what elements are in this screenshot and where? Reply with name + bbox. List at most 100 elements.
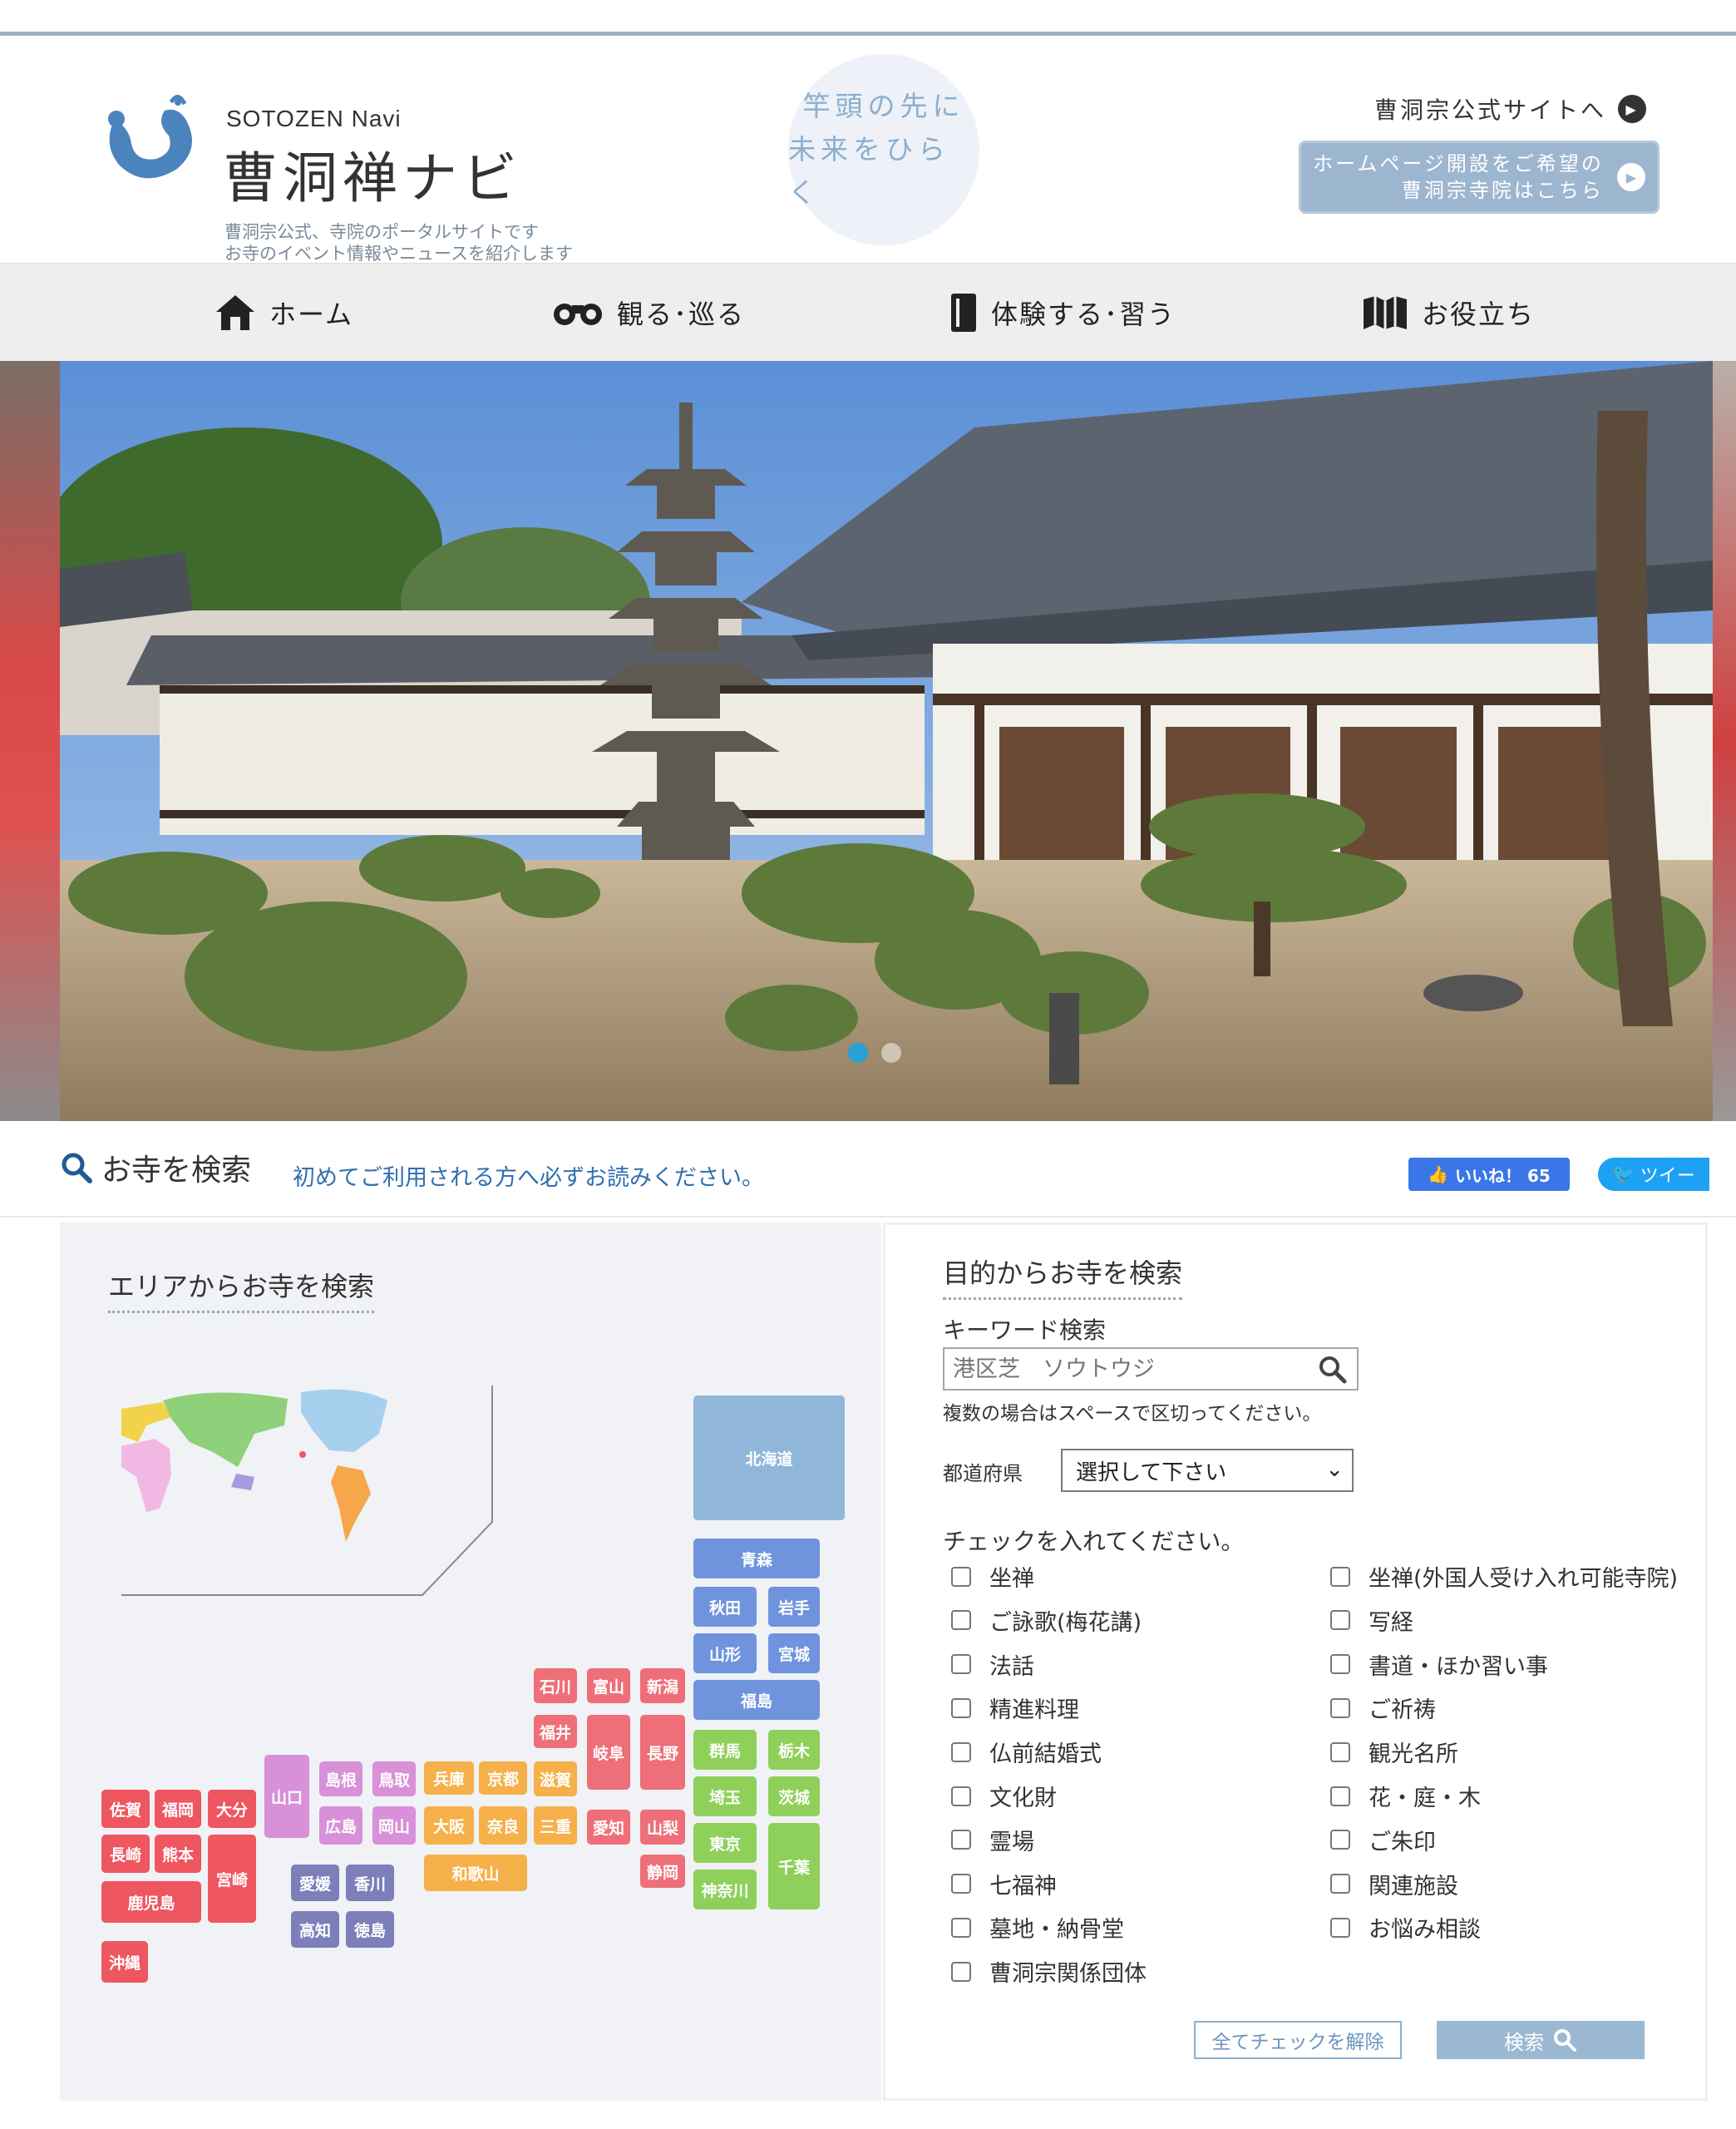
checkbox[interactable]	[951, 1697, 971, 1718]
checkbox[interactable]	[1330, 1610, 1350, 1631]
checkbox[interactable]	[1330, 1741, 1350, 1762]
checkbox-item[interactable]: 坐禅(外国人受け入れ可能寺院)	[1330, 1560, 1678, 1593]
nav-item-home[interactable]: ホーム	[215, 264, 353, 362]
keyword-input[interactable]	[944, 1349, 1302, 1389]
checkbox-item[interactable]: 七福神	[951, 1868, 1057, 1900]
world-map[interactable]	[113, 1384, 504, 1600]
prefecture-saga[interactable]: 佐賀	[101, 1790, 150, 1828]
prefecture-ehime[interactable]: 愛媛	[291, 1865, 339, 1901]
prefecture-niigata[interactable]: 新潟	[640, 1668, 685, 1703]
checkbox-item[interactable]: 写経	[1330, 1604, 1413, 1637]
prefecture-shimane[interactable]: 島根	[319, 1761, 362, 1796]
checkbox-item[interactable]: 曹洞宗関係団体	[951, 1955, 1147, 1988]
nav-item-experience[interactable]: 体験する･習う	[949, 264, 1176, 362]
prefecture-mie[interactable]: 三重	[534, 1806, 577, 1845]
checkbox[interactable]	[951, 1917, 971, 1938]
checkbox[interactable]	[1330, 1917, 1350, 1938]
prefecture-nara[interactable]: 奈良	[479, 1806, 527, 1845]
prefecture-fukushima[interactable]: 福島	[693, 1680, 820, 1720]
prefecture-tochigi[interactable]: 栃木	[768, 1730, 820, 1770]
checkbox-item[interactable]: 観光名所	[1330, 1736, 1458, 1768]
hero-slideshow[interactable]	[60, 361, 1713, 1121]
checkbox-item[interactable]: 仏前結婚式	[951, 1736, 1102, 1768]
checkbox-item[interactable]: 文化財	[951, 1780, 1057, 1812]
prefecture-gifu[interactable]: 岐阜	[587, 1715, 630, 1790]
homepage-request-button[interactable]: ホームページ開設をご希望の 曹洞宗寺院はこちら ▶	[1299, 141, 1660, 214]
hero-next-slide-peek[interactable]	[1713, 361, 1736, 1121]
tweet-button[interactable]: 🐦 ツイー	[1598, 1158, 1709, 1191]
prefecture-wakayama[interactable]: 和歌山	[424, 1855, 527, 1891]
checkbox[interactable]	[1330, 1874, 1350, 1894]
checkbox[interactable]	[1330, 1786, 1350, 1806]
checkbox[interactable]	[1330, 1566, 1350, 1587]
nav-item-useful[interactable]: お役立ち	[1362, 264, 1535, 362]
checkbox-item[interactable]: 精進料理	[951, 1692, 1079, 1724]
prefecture-select[interactable]: 選択して下さい ⌄	[1061, 1449, 1354, 1492]
slider-dot[interactable]	[848, 1043, 868, 1063]
prefecture-nagasaki[interactable]: 長崎	[101, 1835, 150, 1873]
official-site-link[interactable]: 曹洞宗公式サイトへ ▶	[1374, 92, 1646, 126]
prefecture-kagawa[interactable]: 香川	[346, 1865, 394, 1901]
checkbox[interactable]	[1330, 1697, 1350, 1718]
checkbox-item[interactable]: お悩み相談	[1330, 1911, 1481, 1944]
checkbox[interactable]	[951, 1610, 971, 1631]
prefecture-shizuoka[interactable]: 静岡	[640, 1855, 685, 1888]
prefecture-kochi[interactable]: 高知	[291, 1911, 339, 1948]
prefecture-miyazaki[interactable]: 宮崎	[208, 1835, 256, 1923]
prefecture-kanagawa[interactable]: 神奈川	[693, 1870, 757, 1909]
clear-all-checks-button[interactable]: 全てチェックを解除	[1194, 2021, 1402, 2059]
prefecture-ishikawa[interactable]: 石川	[534, 1668, 577, 1703]
prefecture-ibaraki[interactable]: 茨城	[768, 1776, 820, 1816]
checkbox-item[interactable]: ご朱印	[1330, 1824, 1436, 1856]
checkbox-item[interactable]: 霊場	[951, 1824, 1034, 1856]
prefecture-nagano[interactable]: 長野	[640, 1715, 685, 1790]
checkbox-item[interactable]: 花・庭・木	[1330, 1780, 1481, 1812]
checkbox[interactable]	[951, 1741, 971, 1762]
search-submit-button[interactable]: 検索	[1437, 2021, 1645, 2059]
prefecture-okinawa[interactable]: 沖縄	[101, 1941, 148, 1983]
prefecture-hyogo[interactable]: 兵庫	[424, 1761, 474, 1795]
prefecture-chiba[interactable]: 千葉	[768, 1823, 820, 1909]
checkbox-item[interactable]: 坐禅	[951, 1560, 1034, 1593]
prefecture-osaka[interactable]: 大阪	[424, 1806, 474, 1845]
logo-japanese[interactable]: 曹洞禅ナビ	[223, 134, 522, 214]
nav-item-see[interactable]: 観る･巡る	[552, 264, 745, 362]
prefecture-akita[interactable]: 秋田	[693, 1587, 757, 1627]
search-icon[interactable]	[1317, 1354, 1349, 1386]
prefecture-toyama[interactable]: 富山	[587, 1668, 630, 1703]
prefecture-oita[interactable]: 大分	[208, 1790, 256, 1828]
prefecture-tokyo[interactable]: 東京	[693, 1823, 757, 1863]
checkbox[interactable]	[951, 1961, 971, 1982]
prefecture-aichi[interactable]: 愛知	[587, 1810, 630, 1845]
prefecture-kumamoto[interactable]: 熊本	[155, 1835, 201, 1873]
checkbox[interactable]	[951, 1830, 971, 1850]
checkbox-item[interactable]: ご詠歌(梅花講)	[951, 1604, 1142, 1637]
checkbox[interactable]	[1330, 1830, 1350, 1850]
checkbox-item[interactable]: 書道・ほか習い事	[1330, 1648, 1548, 1681]
checkbox[interactable]	[951, 1566, 971, 1587]
prefecture-kagoshima[interactable]: 鹿児島	[101, 1881, 201, 1923]
prefecture-shiga[interactable]: 滋賀	[534, 1761, 577, 1796]
prefecture-aomori[interactable]: 青森	[693, 1539, 820, 1578]
prefecture-tokushima[interactable]: 徳島	[346, 1911, 394, 1948]
prefecture-gunma[interactable]: 群馬	[693, 1730, 757, 1770]
checkbox[interactable]	[951, 1786, 971, 1806]
prefecture-iwate[interactable]: 岩手	[768, 1587, 820, 1627]
checkbox[interactable]	[951, 1654, 971, 1675]
prefecture-yamanashi[interactable]: 山梨	[640, 1810, 685, 1845]
prefecture-miyagi[interactable]: 宮城	[768, 1633, 820, 1673]
prefecture-fukui[interactable]: 福井	[534, 1715, 577, 1748]
hero-prev-slide-peek[interactable]	[0, 361, 60, 1121]
prefecture-kyoto[interactable]: 京都	[479, 1761, 527, 1795]
checkbox-item[interactable]: 関連施設	[1330, 1868, 1458, 1900]
prefecture-fukuoka[interactable]: 福岡	[155, 1790, 201, 1828]
logo-english[interactable]: SOTOZEN Navi	[226, 106, 402, 132]
checkbox[interactable]	[951, 1874, 971, 1894]
prefecture-yamagata[interactable]: 山形	[693, 1633, 757, 1673]
first-time-guide-link[interactable]: 初めてご利用される方へ必ずお読みください。	[293, 1159, 764, 1192]
prefecture-hiroshima[interactable]: 広島	[319, 1806, 362, 1845]
checkbox[interactable]	[1330, 1654, 1350, 1675]
prefecture-okayama[interactable]: 岡山	[372, 1806, 416, 1845]
checkbox-item[interactable]: 法話	[951, 1648, 1034, 1681]
prefecture-hokkaido[interactable]: 北海道	[693, 1395, 845, 1520]
